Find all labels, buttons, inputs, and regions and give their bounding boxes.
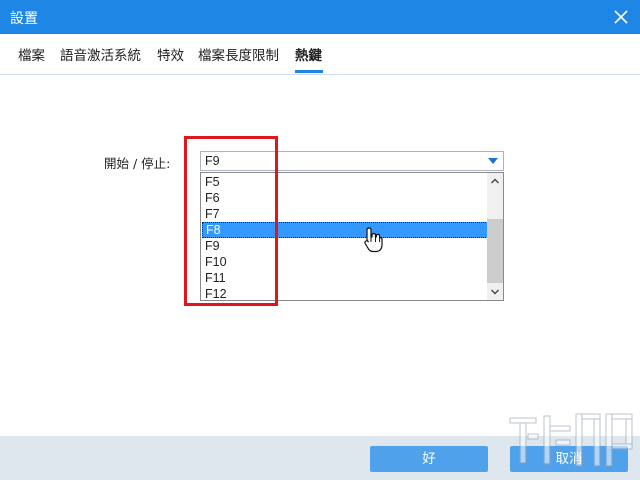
dropdown-scrollbar[interactable] — [487, 173, 503, 300]
chevron-up-icon — [491, 178, 499, 184]
window-title: 設置 — [10, 11, 38, 27]
chevron-down-icon — [488, 158, 498, 164]
close-icon — [614, 10, 628, 24]
tab-hotkeys[interactable]: 熱鍵 — [295, 44, 322, 64]
title-bar: 設置 — [0, 0, 640, 34]
scroll-down-button[interactable] — [487, 284, 503, 300]
tab-file-length-limit[interactable]: 檔案長度限制 — [198, 44, 279, 64]
tab-effects[interactable]: 特效 — [157, 44, 184, 64]
ok-button[interactable]: 好 — [370, 446, 488, 472]
tab-bar: 檔案 語音激活系統 特效 檔案長度限制 熱鍵 — [0, 34, 640, 75]
annotation-highlight-box — [184, 136, 278, 306]
scroll-up-button[interactable] — [487, 173, 503, 189]
tab-file[interactable]: 檔案 — [18, 44, 45, 64]
start-stop-label: 開始 / 停止: — [104, 156, 171, 171]
close-button[interactable] — [610, 6, 632, 28]
hand-cursor-icon — [364, 227, 383, 253]
active-tab-indicator — [295, 70, 323, 73]
chevron-down-icon — [491, 289, 499, 295]
tab-voice-activation[interactable]: 語音激活系統 — [60, 44, 141, 64]
scroll-thumb[interactable] — [487, 219, 503, 283]
watermark-logo — [509, 413, 633, 467]
